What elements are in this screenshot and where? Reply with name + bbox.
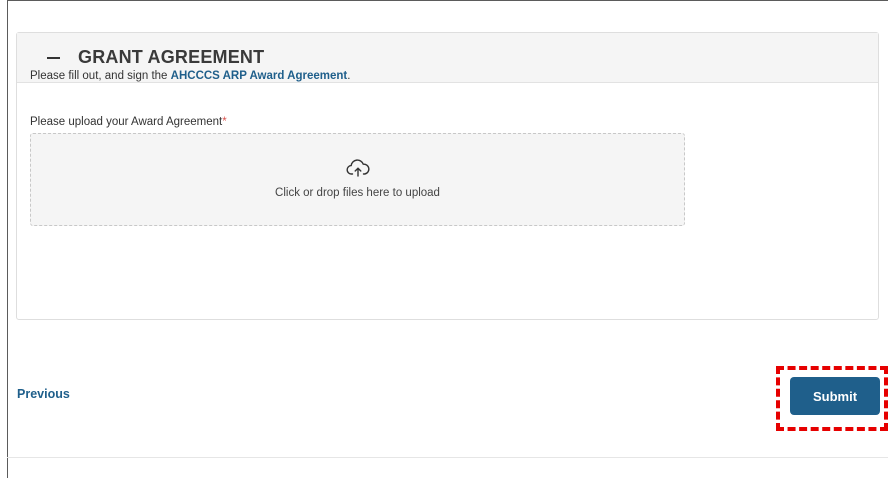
intro-text: Please fill out, and sign the AHCCCS ARP… (30, 70, 350, 82)
upload-label-text: Please upload your Award Agreement (30, 116, 223, 128)
previous-button[interactable]: Previous (17, 387, 70, 401)
minus-bar (46, 56, 60, 59)
page: GRANT AGREEMENT Please fill out, and sig… (0, 0, 888, 478)
submit-button[interactable]: Submit (790, 377, 880, 415)
award-agreement-link[interactable]: AHCCCS ARP Award Agreement (171, 70, 348, 82)
intro-suffix: . (347, 70, 351, 82)
frame-top-border (7, 0, 888, 1)
dropzone-text: Click or drop files here to upload (275, 186, 440, 199)
panel-title: GRANT AGREEMENT (78, 47, 265, 67)
frame-left-border (7, 0, 8, 478)
required-marker: * (222, 116, 227, 128)
file-dropzone[interactable]: Click or drop files here to upload (30, 133, 685, 226)
upload-label: Please upload your Award Agreement* (30, 116, 227, 128)
cloud-upload-icon (345, 158, 370, 177)
minus-icon[interactable] (44, 47, 62, 69)
intro-prefix: Please fill out, and sign the (30, 70, 171, 82)
bottom-divider (7, 457, 888, 458)
